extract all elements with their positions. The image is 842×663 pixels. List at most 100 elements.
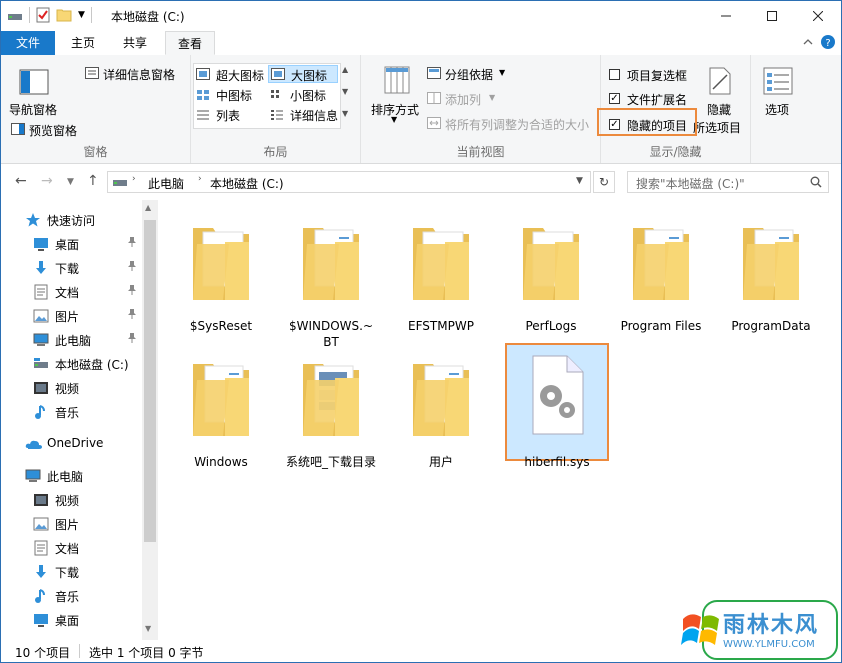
- folder-item[interactable]: Windows: [171, 350, 271, 490]
- tab-view[interactable]: 查看: [165, 31, 216, 55]
- properties-icon[interactable]: [36, 7, 50, 23]
- nav-item[interactable]: 桌面: [1, 608, 141, 632]
- folder-item[interactable]: EFSTMPWP: [391, 214, 491, 354]
- up-arrow-icon[interactable]: ↑: [87, 173, 99, 189]
- layout-extra-large-icons[interactable]: 超大图标: [196, 66, 266, 84]
- nav-item[interactable]: 音乐: [1, 584, 141, 608]
- layout-list[interactable]: 列表: [196, 106, 266, 124]
- address-bar[interactable]: › 此电脑 › 本地磁盘 (C:) ▼: [107, 171, 591, 193]
- preview-pane-button[interactable]: 预览窗格: [9, 121, 89, 139]
- hide-selected-label-2: 所选项目: [693, 121, 742, 135]
- nav-pane-button[interactable]: 导航窗格: [7, 63, 67, 117]
- customize-toolbar-icon[interactable]: ▼: [78, 10, 85, 20]
- video-icon: [33, 492, 49, 508]
- forward-arrow-icon[interactable]: →: [41, 173, 53, 189]
- nav-item[interactable]: 文档: [1, 536, 141, 560]
- layout-medium-icons[interactable]: 中图标: [196, 86, 266, 104]
- size-columns-button[interactable]: 将所有列调整为合适的大小: [427, 115, 599, 133]
- chevron-up-icon[interactable]: [803, 38, 813, 46]
- quick-access-toolbar: ▼: [7, 7, 92, 23]
- details-pane-label: 详细信息窗格: [103, 68, 176, 82]
- svg-text:?: ?: [825, 38, 830, 49]
- nav-item[interactable]: 音乐: [1, 400, 141, 424]
- checkbox[interactable]: ✓: [609, 93, 620, 104]
- group-by-button[interactable]: 分组依据 ▼: [427, 65, 527, 83]
- search-input[interactable]: 搜索"本地磁盘 (C:)": [636, 175, 745, 192]
- breadcrumb-this-pc[interactable]: 此电脑: [148, 175, 184, 192]
- folder-item[interactable]: PerfLogs: [501, 214, 601, 354]
- checkbox[interactable]: [609, 69, 620, 80]
- folder-item[interactable]: $WINDOWS.~BT: [281, 214, 381, 354]
- sort-by-button[interactable]: 排序方式 ▼: [369, 63, 425, 124]
- nav-item[interactable]: 图片: [1, 304, 141, 328]
- file-item[interactable]: hiberfil.sys: [507, 350, 607, 490]
- download-icon: [33, 260, 49, 276]
- recent-locations-icon[interactable]: ▼: [67, 177, 74, 187]
- nav-scroll-thumb[interactable]: [144, 220, 156, 542]
- item-name: $SysReset: [189, 319, 253, 333]
- item-name: hiberfil.sys: [524, 455, 590, 469]
- nav-item[interactable]: 图片: [1, 512, 141, 536]
- nav-item[interactable]: 快速访问: [1, 208, 141, 232]
- chevron-down-icon: ▼: [499, 68, 506, 77]
- ribbon-group-label: 布局: [263, 145, 288, 159]
- title-bar: ▼ 本地磁盘 (C:): [1, 1, 841, 31]
- hide-selected-button[interactable]: 隐藏 所选项目: [693, 63, 747, 135]
- nav-item[interactable]: 桌面: [1, 232, 141, 256]
- back-arrow-icon[interactable]: ←: [15, 173, 27, 189]
- search-box[interactable]: 搜索"本地磁盘 (C:)": [627, 171, 829, 193]
- scroll-down-icon[interactable]: ▼: [145, 624, 151, 633]
- nav-item[interactable]: 本地磁盘 (C:): [1, 352, 141, 376]
- chevron-right-icon: ›: [198, 174, 202, 184]
- tab-file[interactable]: 文件: [1, 31, 55, 55]
- ribbon-group-panes: 导航窗格 预览窗格 详细信息窗格 窗格: [1, 55, 191, 163]
- refresh-icon: ↻: [598, 175, 610, 189]
- nav-item[interactable]: 视频: [1, 376, 141, 400]
- folder-item[interactable]: 用户: [391, 350, 491, 490]
- folder-item[interactable]: ProgramData: [721, 214, 821, 354]
- options-button[interactable]: 选项: [755, 63, 801, 123]
- layout-scroll-up[interactable]: ▲: [342, 65, 348, 74]
- layout-large-icons[interactable]: 大图标: [268, 65, 338, 83]
- folder-item[interactable]: 系统吧_下载目录: [281, 350, 381, 490]
- layout-scroll-down[interactable]: ▼: [342, 87, 348, 96]
- layout-label: 小图标: [290, 89, 327, 103]
- help-icon[interactable]: ?: [821, 35, 835, 49]
- computer-icon: [25, 468, 41, 484]
- add-columns-label: 添加列: [445, 93, 482, 107]
- layout-details[interactable]: 详细信息: [268, 106, 338, 124]
- nav-item[interactable]: 此电脑: [1, 464, 141, 488]
- details-pane-button[interactable]: 详细信息窗格: [85, 65, 185, 83]
- nav-item[interactable]: 此电脑: [1, 328, 141, 352]
- hide-selected-icon: [709, 67, 731, 95]
- ribbon-group-current-view: 排序方式 ▼ 分组依据 ▼ 添加列 ▼ 将所有列调整为合适的大小 当前视图: [361, 55, 601, 163]
- tab-home[interactable]: 主页: [59, 31, 107, 55]
- nav-item[interactable]: 下载: [1, 256, 141, 280]
- nav-item[interactable]: 视频: [1, 488, 141, 512]
- drive-icon[interactable]: [7, 8, 23, 22]
- folder-item[interactable]: $SysReset: [171, 214, 271, 354]
- breadcrumb-local-disk[interactable]: 本地磁盘 (C:): [210, 175, 284, 192]
- item-name: PerfLogs: [525, 319, 577, 333]
- desktop-icon: [33, 236, 49, 252]
- tab-share[interactable]: 共享: [111, 31, 159, 55]
- close-button[interactable]: [795, 1, 841, 31]
- folder-icon: [739, 214, 803, 302]
- nav-item[interactable]: 文档: [1, 280, 141, 304]
- scroll-up-icon[interactable]: ▲: [145, 203, 151, 212]
- add-columns-button[interactable]: 添加列 ▼: [427, 90, 527, 108]
- new-folder-icon[interactable]: [56, 7, 72, 23]
- chevron-down-icon[interactable]: ▼: [576, 176, 583, 186]
- folder-item[interactable]: Program Files: [611, 214, 711, 354]
- maximize-button[interactable]: [749, 1, 795, 31]
- layout-more[interactable]: ▼: [342, 109, 348, 118]
- nav-item[interactable]: 下载: [1, 560, 141, 584]
- file-extensions-toggle[interactable]: ✓ 文件扩展名: [607, 91, 703, 109]
- layout-small-icons[interactable]: 小图标: [268, 86, 338, 104]
- refresh-button[interactable]: ↻: [593, 171, 615, 193]
- search-icon[interactable]: [810, 176, 822, 188]
- item-checkboxes-toggle[interactable]: 项目复选框: [607, 67, 703, 85]
- minimize-button[interactable]: [703, 1, 749, 31]
- nav-item[interactable]: OneDrive: [1, 432, 141, 456]
- computer-icon: [33, 332, 49, 348]
